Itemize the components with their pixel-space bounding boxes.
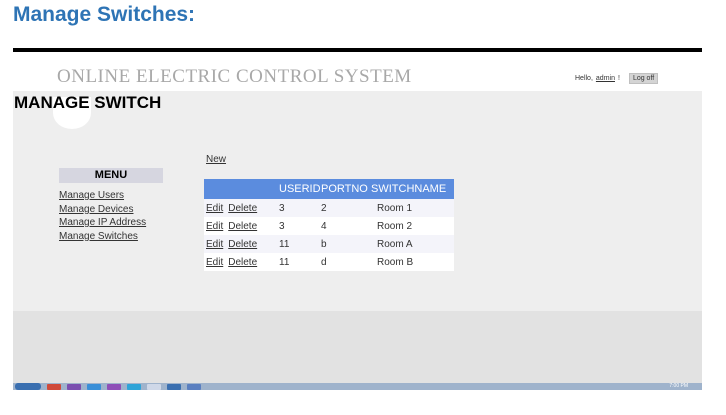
username-link[interactable]: admin <box>596 75 615 82</box>
menu-item-manage-users[interactable]: Manage Users <box>59 189 163 203</box>
app-header: ONLINE ELECTRIC CONTROL SYSTEM Hello, ad… <box>13 62 702 91</box>
edit-link[interactable]: Edit <box>206 203 223 214</box>
row-actions: Edit Delete <box>204 199 279 217</box>
taskbar-app-icon[interactable] <box>67 383 81 390</box>
cell-portno: 4 <box>321 217 371 235</box>
taskbar-clock: 7:00 PM <box>669 383 688 389</box>
cell-userid: 11 <box>279 235 321 253</box>
menu-list: Manage Users Manage Devices Manage IP Addr… <box>59 189 163 243</box>
start-button-icon[interactable] <box>15 383 41 390</box>
edit-link[interactable]: Edit <box>206 239 223 250</box>
cell-switchname: Room 1 <box>371 199 454 217</box>
greeting-text: Hello, <box>575 75 593 82</box>
cell-switchname: Room B <box>371 253 454 271</box>
login-display: Hello, admin ! Log off <box>575 73 659 84</box>
taskbar-app-icon[interactable] <box>107 383 121 390</box>
taskbar-app-icon[interactable] <box>47 383 61 390</box>
cell-userid: 3 <box>279 199 321 217</box>
menu-item-manage-devices[interactable]: Manage Devices <box>59 203 163 217</box>
cell-switchname: Room A <box>371 235 454 253</box>
table-row: Edit Delete 11 d Room B <box>204 253 454 271</box>
table-row: Edit Delete 3 2 Room 1 <box>204 199 454 217</box>
cell-userid: 11 <box>279 253 321 271</box>
column-header-portno: PORTNO <box>321 179 371 199</box>
column-header-switchname: SWITCHNAME <box>371 179 454 199</box>
cell-portno: b <box>321 235 371 253</box>
column-header-userid: USERID <box>279 179 321 199</box>
document-heading: Manage Switches: <box>13 3 196 26</box>
horizontal-rule <box>13 48 702 52</box>
logoff-button[interactable]: Log off <box>628 73 659 84</box>
cell-portno: 2 <box>321 199 371 217</box>
taskbar-app-icon[interactable] <box>87 383 101 390</box>
table-row: Edit Delete 3 4 Room 2 <box>204 217 454 235</box>
delete-link[interactable]: Delete <box>228 203 257 214</box>
delete-link[interactable]: Delete <box>228 239 257 250</box>
taskbar-app-icon[interactable] <box>187 383 201 390</box>
cell-portno: d <box>321 253 371 271</box>
delete-link[interactable]: Delete <box>228 257 257 268</box>
taskbar-app-icon[interactable] <box>127 383 141 390</box>
row-actions: Edit Delete <box>204 217 279 235</box>
table-header-row: USERID PORTNO SWITCHNAME <box>204 179 454 199</box>
cell-switchname: Room 2 <box>371 217 454 235</box>
table-body: Edit Delete 3 2 Room 1 Edit Delete 3 4 Room 2 Edit… <box>204 199 454 271</box>
main-content: MANAGE SWITCH MENU Manage Users Manage De… <box>13 91 702 311</box>
action-header <box>204 179 279 199</box>
taskbar-app-icon[interactable] <box>167 383 181 390</box>
greeting-suffix: ! <box>617 75 620 82</box>
switch-table: USERID PORTNO SWITCHNAME Edit Delete 3 2 Roo… <box>204 179 454 271</box>
footer-band <box>13 311 702 383</box>
row-actions: Edit Delete <box>204 235 279 253</box>
edit-link[interactable]: Edit <box>206 257 223 268</box>
table-row: Edit Delete 11 b Room A <box>204 235 454 253</box>
edit-link[interactable]: Edit <box>206 221 223 232</box>
new-switch-link[interactable]: New <box>206 154 226 165</box>
menu-title: MENU <box>59 168 163 183</box>
app-brand: ONLINE ELECTRIC CONTROL SYSTEM <box>57 66 412 87</box>
menu-item-manage-ip-address[interactable]: Manage IP Address <box>59 216 163 230</box>
menu-item-manage-switches[interactable]: Manage Switches <box>59 230 163 244</box>
page-title: MANAGE SWITCH <box>14 93 162 112</box>
row-actions: Edit Delete <box>204 253 279 271</box>
app-screenshot: ONLINE ELECTRIC CONTROL SYSTEM Hello, ad… <box>13 62 702 390</box>
delete-link[interactable]: Delete <box>228 221 257 232</box>
cell-userid: 3 <box>279 217 321 235</box>
os-taskbar: 7:00 PM <box>13 383 702 390</box>
taskbar-app-icon[interactable] <box>147 383 161 390</box>
side-menu: MENU Manage Users Manage Devices Manage IP… <box>59 168 163 243</box>
